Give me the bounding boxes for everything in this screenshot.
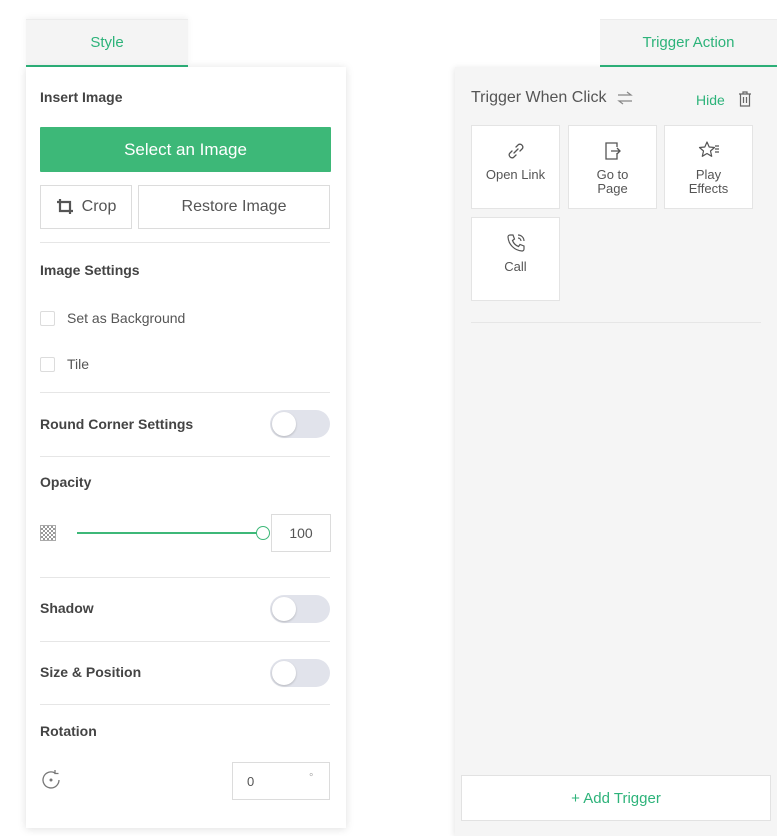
crop-label: Crop <box>81 198 117 215</box>
opacity-slider-handle[interactable] <box>256 526 270 540</box>
shadow-toggle[interactable] <box>270 595 330 623</box>
trigger-header: Trigger When Click <box>471 89 634 107</box>
opacity-control: 100 <box>40 514 331 552</box>
divider <box>40 242 330 243</box>
add-trigger-button[interactable]: + Add Trigger <box>461 775 771 821</box>
select-image-label: Select an Image <box>124 139 247 159</box>
action-label: Open Link <box>485 167 546 182</box>
action-label: Go to Page <box>596 167 629 196</box>
trash-icon[interactable] <box>737 90 753 108</box>
action-open-link[interactable]: Open Link <box>471 125 560 209</box>
tab-trigger-action-label: Trigger Action <box>642 34 735 51</box>
rotation-title: Rotation <box>40 723 97 739</box>
rotation-value: 0 <box>247 774 255 789</box>
size-position-title: Size & Position <box>40 664 142 680</box>
crop-button[interactable]: Crop <box>40 185 132 229</box>
swap-icon[interactable] <box>616 91 634 105</box>
trigger-header-label: Trigger When Click <box>471 89 607 106</box>
tile-option[interactable]: Tile <box>40 356 89 372</box>
add-trigger-label: + Add Trigger <box>571 789 661 807</box>
round-corner-toggle[interactable] <box>270 410 330 438</box>
opacity-slider-track[interactable] <box>77 532 261 534</box>
set-as-background-option[interactable]: Set as Background <box>40 310 185 326</box>
round-corner-title: Round Corner Settings <box>40 416 194 432</box>
crop-icon <box>56 199 73 214</box>
action-play-effects[interactable]: Play Effects <box>664 125 753 209</box>
tab-trigger-action[interactable]: Trigger Action <box>600 19 777 67</box>
shadow-title: Shadow <box>40 600 94 616</box>
size-position-toggle[interactable] <box>270 659 330 687</box>
divider <box>40 641 330 642</box>
divider <box>40 577 330 578</box>
link-icon <box>508 143 523 159</box>
action-call[interactable]: Call <box>471 217 560 301</box>
opacity-title: Opacity <box>40 474 92 490</box>
star-effects-icon <box>698 141 719 157</box>
divider <box>40 704 330 705</box>
rotate-icon[interactable] <box>40 769 62 791</box>
opacity-value: 100 <box>289 525 313 541</box>
action-label: Play Effects <box>688 167 729 196</box>
tab-style[interactable]: Style <box>26 19 188 67</box>
tab-style-label: Style <box>90 34 124 51</box>
go-to-page-icon <box>604 142 621 160</box>
rotation-input[interactable]: 0 ° <box>232 762 330 800</box>
tile-label: Tile <box>67 356 90 372</box>
action-label: Call <box>504 259 527 274</box>
image-settings-title: Image Settings <box>40 262 140 278</box>
transparency-icon <box>40 525 56 541</box>
divider <box>471 322 761 323</box>
toggle-knob <box>272 597 296 621</box>
hide-link[interactable]: Hide <box>696 92 725 108</box>
set-as-background-label: Set as Background <box>67 310 186 326</box>
toggle-knob <box>272 412 296 436</box>
restore-image-label: Restore Image <box>181 198 287 215</box>
restore-image-button[interactable]: Restore Image <box>138 185 330 229</box>
tile-checkbox[interactable] <box>40 356 55 372</box>
toggle-knob <box>272 661 296 685</box>
opacity-input[interactable]: 100 <box>271 514 331 552</box>
set-as-background-checkbox[interactable] <box>40 310 55 326</box>
select-image-button[interactable]: Select an Image <box>40 127 331 172</box>
trigger-action-panel: Trigger When Click Hide Open Link Go to … <box>455 67 777 836</box>
phone-icon <box>506 234 525 252</box>
action-go-to-page[interactable]: Go to Page <box>568 125 657 209</box>
insert-image-title: Insert Image <box>40 89 123 105</box>
divider <box>40 392 330 393</box>
rotation-unit: ° <box>309 772 314 784</box>
style-panel: Insert Image Select an Image Crop Restor… <box>26 67 346 828</box>
divider <box>40 456 330 457</box>
